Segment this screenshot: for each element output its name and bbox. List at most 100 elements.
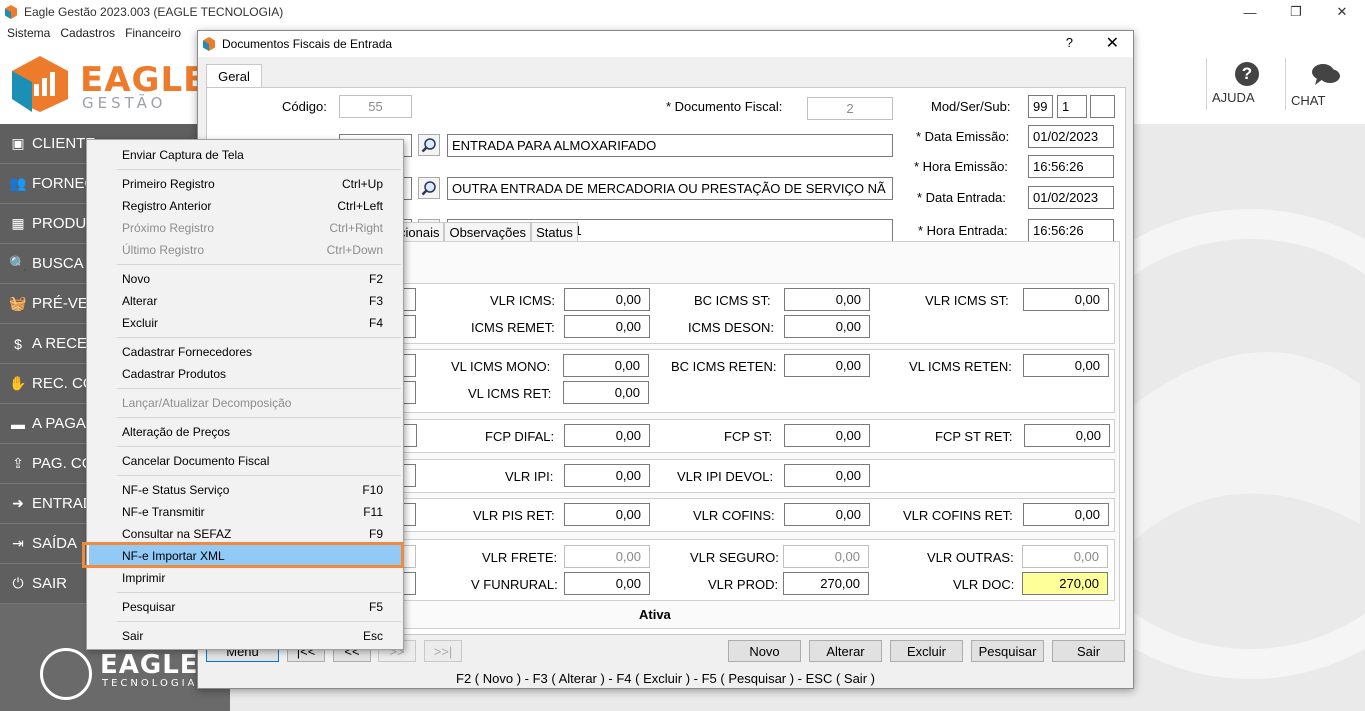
dialog-close-button[interactable]: ✕ <box>1106 33 1119 53</box>
menu-item-excluir[interactable]: Excluir F4 <box>89 312 401 334</box>
fcp-difal-label: FCP DIFAL: <box>485 429 555 444</box>
menu-item-shortcut: Ctrl+Left <box>337 199 383 213</box>
vl-icms-reten-field[interactable]: 0,00 <box>1023 354 1109 377</box>
fcp-difal-field[interactable]: 0,00 <box>564 424 650 447</box>
menu-item-alterar[interactable]: Alterar F3 <box>89 290 401 312</box>
vlr-prod-field[interactable]: 270,00 <box>783 572 869 595</box>
alterar-button[interactable]: Alterar <box>809 640 882 662</box>
vl-icms-ret-label: VL ICMS RET: <box>468 386 552 401</box>
mod-field[interactable]: 99 <box>1028 95 1053 118</box>
menu-item-nfe-transmitir[interactable]: NF-e Transmitir F11 <box>89 501 401 523</box>
fcp-st-ret-field[interactable]: 0,00 <box>1024 424 1110 447</box>
vlr-frete-field[interactable]: 0,00 <box>564 545 650 568</box>
menu-item-registro-anterior[interactable]: Registro Anterior Ctrl+Left <box>89 195 401 217</box>
hora-entrada-field[interactable]: 16:56:26 <box>1028 219 1114 242</box>
sair-button[interactable]: Sair <box>1052 640 1125 662</box>
vlr-ipi-field[interactable]: 0,00 <box>564 464 650 487</box>
v-funrural-field[interactable]: 0,00 <box>564 572 650 595</box>
menu-separator <box>117 621 401 622</box>
search-natureza-button[interactable] <box>418 134 440 156</box>
tab-status[interactable]: Status <box>531 222 578 241</box>
menu-item-lancar-decomposicao[interactable]: Lançar/Atualizar Decomposição <box>89 392 401 414</box>
help-icon: ? <box>1235 62 1259 86</box>
vlr-doc-field[interactable]: 270,00 <box>1022 572 1108 595</box>
vlr-cofins-ret-field[interactable]: 0,00 <box>1023 503 1109 526</box>
vl-icms-mono-field[interactable]: 0,00 <box>563 354 649 377</box>
menu-item-pesquisar[interactable]: Pesquisar F5 <box>89 596 401 618</box>
power-icon: ⏻ <box>12 575 24 591</box>
vlr-pis-ret-field[interactable]: 0,00 <box>564 503 650 526</box>
bc-icms-reten-field[interactable]: 0,00 <box>784 354 870 377</box>
tab-observacoes[interactable]: Observações <box>444 222 532 241</box>
data-emissao-field[interactable]: 01/02/2023 <box>1028 125 1114 148</box>
data-entrada-field[interactable]: 01/02/2023 <box>1028 186 1114 209</box>
menu-separator <box>117 264 401 265</box>
hora-emissao-field[interactable]: 16:56:26 <box>1028 155 1114 178</box>
vlr-cofins-label: VLR COFINS: <box>693 508 775 523</box>
tab-geral[interactable]: Geral <box>206 64 262 88</box>
vlr-seguro-field[interactable]: 0,00 <box>783 545 869 568</box>
doc-fiscal-field[interactable]: 2 <box>807 97 893 120</box>
vlr-ipi-devol-field[interactable]: 0,00 <box>784 464 870 487</box>
menu-item-cadastrar-produtos[interactable]: Cadastrar Produtos <box>89 363 401 385</box>
menu-item-primeiro-registro[interactable]: Primeiro Registro Ctrl+Up <box>89 173 401 195</box>
help-button[interactable]: ? <box>1066 35 1073 50</box>
fcp-st-label: FCP ST: <box>724 429 773 444</box>
menu-item-label: Cancelar Documento Fiscal <box>122 454 270 468</box>
chat-icon <box>1312 64 1340 85</box>
close-button[interactable]: ✕ <box>1319 0 1365 24</box>
sign-out-icon: ⇥ <box>12 535 24 551</box>
novo-button[interactable]: Novo <box>728 640 801 662</box>
excluir-button[interactable]: Excluir <box>890 640 963 662</box>
restore-button[interactable]: ❐ <box>1273 0 1319 24</box>
menu-item-cancelar-documento[interactable]: Cancelar Documento Fiscal <box>89 450 401 472</box>
vlr-icms-field[interactable]: 0,00 <box>564 288 650 311</box>
menu-item-label: Pesquisar <box>122 600 176 614</box>
chat-button[interactable]: CHAT <box>1291 62 1361 112</box>
menu-item-enviar-captura[interactable]: Enviar Captura de Tela <box>89 144 401 166</box>
vlr-icms-st-field[interactable]: 0,00 <box>1023 288 1109 311</box>
menu-item-label: NF-e Status Serviço <box>122 483 230 497</box>
ser-field[interactable]: 1 <box>1057 95 1087 118</box>
menu-item-imprimir[interactable]: Imprimir <box>89 567 401 589</box>
vlr-cofins-field[interactable]: 0,00 <box>784 503 870 526</box>
icms-deson-field[interactable]: 0,00 <box>784 315 870 338</box>
vlr-outras-field[interactable]: 0,00 <box>1022 545 1108 568</box>
ajuda-button[interactable]: ? AJUDA <box>1212 62 1282 112</box>
natureza-desc-field[interactable]: ENTRADA PARA ALMOXARIFADO <box>447 134 893 157</box>
menu-separator <box>117 446 401 447</box>
menu-financeiro[interactable]: Financeiro <box>125 26 181 40</box>
menu-separator <box>117 169 401 170</box>
hora-emissao-label: * Hora Emissão: <box>914 159 1008 174</box>
menu-item-proximo-registro[interactable]: Próximo Registro Ctrl+Right <box>89 217 401 239</box>
minimize-button[interactable]: — <box>1227 0 1273 24</box>
menu-item-shortcut: F4 <box>368 316 383 330</box>
side-logo-name: EAGLE <box>100 650 199 680</box>
logo-hexagon-icon <box>12 56 68 112</box>
sub-field[interactable] <box>1090 95 1115 118</box>
search-cfop-button[interactable] <box>418 177 440 199</box>
pesquisar-button[interactable]: Pesquisar <box>971 640 1044 662</box>
vl-icms-ret-field[interactable]: 0,00 <box>563 381 649 404</box>
menu-item-alteracao-precos[interactable]: Alteração de Preços <box>89 421 401 443</box>
bc-icms-st-field[interactable]: 0,00 <box>784 288 870 311</box>
menu-item-nfe-status[interactable]: NF-e Status Serviço F10 <box>89 479 401 501</box>
menu-cadastros[interactable]: Cadastros <box>60 26 115 40</box>
fcp-st-field[interactable]: 0,00 <box>784 424 870 447</box>
cfop-desc-field[interactable]: OUTRA ENTRADA DE MERCADORIA OU PRESTAÇÃO… <box>447 177 893 200</box>
menu-item-sair[interactable]: Sair Esc <box>89 625 401 647</box>
menu-item-shortcut: Ctrl+Right <box>329 221 383 235</box>
icms-remet-field[interactable]: 0,00 <box>564 315 650 338</box>
menu-item-cadastrar-fornecedores[interactable]: Cadastrar Fornecedores <box>89 341 401 363</box>
menu-separator <box>117 417 401 418</box>
menu-item-novo[interactable]: Novo F2 <box>89 268 401 290</box>
ajuda-label: AJUDA <box>1212 90 1255 105</box>
menu-sistema[interactable]: Sistema <box>7 26 50 40</box>
icms-deson-label: ICMS DESON: <box>688 320 774 335</box>
menu-item-ultimo-registro[interactable]: Último Registro Ctrl+Down <box>89 239 401 261</box>
codigo-field[interactable]: 55 <box>339 95 412 118</box>
doc-fiscal-label: * Documento Fiscal: <box>666 99 783 114</box>
vlr-doc-label: VLR DOC: <box>953 577 1015 592</box>
last-record-button[interactable]: >>| <box>424 640 462 662</box>
codigo-label: Código: <box>282 99 327 114</box>
